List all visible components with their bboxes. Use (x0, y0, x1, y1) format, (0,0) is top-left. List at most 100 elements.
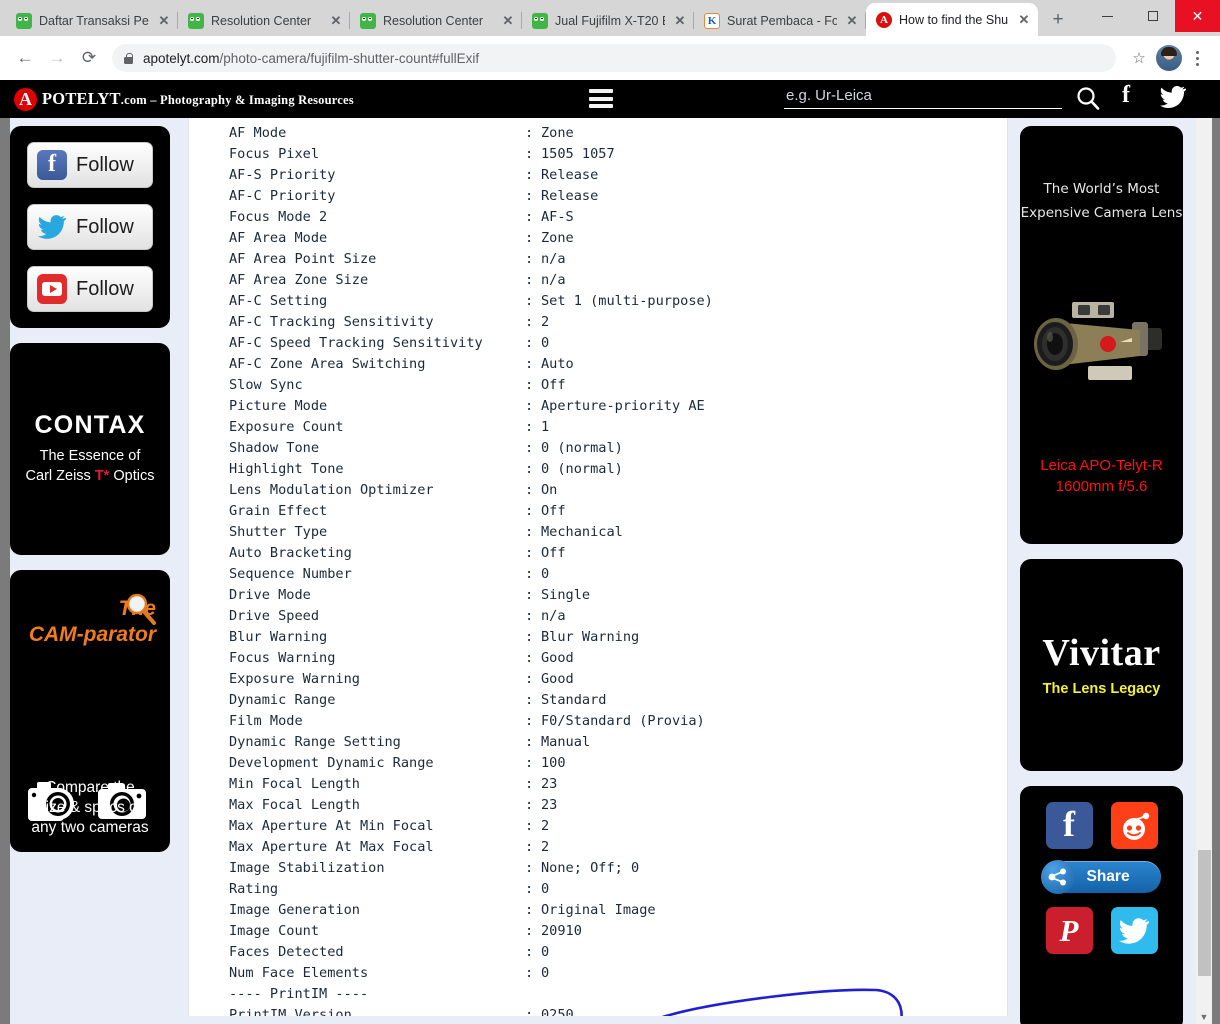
contax-ad[interactable]: CONTAX The Essence of Carl Zeiss T* Opti… (10, 343, 170, 555)
tab-close-icon[interactable]: ✕ (844, 13, 860, 29)
twitter-icon[interactable] (1160, 86, 1186, 108)
facebook-icon[interactable]: f (1122, 82, 1130, 109)
browser-tab[interactable]: K Surat Pembaca - Fo ✕ (694, 5, 866, 36)
browser-tab[interactable]: Resolution Center ✕ (350, 5, 522, 36)
reddit-share-icon[interactable] (1110, 802, 1158, 849)
tab-close-icon[interactable]: ✕ (672, 13, 688, 29)
twitter-follow-button[interactable]: Follow (27, 204, 153, 250)
tab-close-icon[interactable]: ✕ (500, 13, 516, 29)
tab-title: How to find the Shu (899, 12, 1009, 27)
exif-row: Image Stabilization: None; Off; 0 (229, 858, 1007, 879)
youtube-follow-button[interactable]: Follow (27, 266, 153, 312)
facebook-follow-button[interactable]: f Follow (27, 142, 153, 188)
exif-row: Min Focal Length:23 (229, 774, 1007, 795)
contax-brand: CONTAX (34, 411, 146, 440)
exif-key: Min Focal Length (229, 776, 360, 792)
exif-key: AF Area Mode (229, 230, 328, 246)
exif-row: Shadow Tone:0 (normal) (229, 438, 1007, 459)
exif-key: Image Stabilization (229, 860, 385, 876)
exif-row: Drive Mode: Single (229, 585, 1007, 606)
page-right-edge (1212, 118, 1220, 1024)
page-scrollbar[interactable]: ▼ (1196, 118, 1212, 1024)
tab-close-icon[interactable]: ✕ (156, 13, 172, 29)
leica-lens-image (1034, 302, 1162, 380)
browser-tab-active[interactable]: A How to find the Shu ✕ (866, 3, 1038, 36)
browser-tab[interactable]: Resolution Center ✕ (178, 5, 350, 36)
exif-value: 0 (541, 566, 550, 582)
camparator-ad[interactable]: The CAM-parator (10, 570, 170, 852)
exif-separator: : (525, 377, 534, 393)
facebook-share-icon[interactable]: f (1045, 802, 1093, 849)
exif-separator: : (525, 251, 534, 267)
vivitar-ad[interactable]: Vivitar The Lens Legacy (1020, 559, 1183, 771)
exif-separator: : (525, 587, 534, 603)
leica-ad-title-line2: Expensive Camera Lens (1020, 204, 1183, 221)
camparator-caption: Compare the size & specs of any two came… (10, 778, 170, 852)
exif-value: On (541, 482, 558, 498)
tokopedia-icon (16, 12, 32, 29)
share-network-icon (1040, 860, 1075, 894)
exif-value: 100 (541, 755, 566, 771)
reload-button[interactable]: ⟳ (74, 43, 104, 73)
exif-key: Blur Warning (229, 629, 328, 645)
maximize-button[interactable] (1130, 0, 1175, 32)
exif-row: Highlight Tone:0 (normal) (229, 459, 1007, 480)
exif-row: AF Area Point Size: n/a (229, 249, 1007, 270)
bookmark-star-icon[interactable]: ☆ (1124, 43, 1154, 73)
exif-key: Focus Pixel (229, 146, 320, 162)
browser-tab[interactable]: Daftar Transaksi Pe ✕ (6, 5, 178, 36)
exif-separator: : (525, 146, 534, 162)
new-tab-button[interactable]: + (1044, 6, 1072, 34)
search-icon[interactable] (1073, 84, 1103, 114)
facebook-icon: f (37, 150, 67, 180)
browser-tab[interactable]: Jual Fujifilm X-T20 E ✕ (522, 5, 694, 36)
profile-avatar[interactable] (1156, 45, 1182, 71)
address-bar[interactable]: apotelyt.com/photo-camera/fujifilm-shutt… (112, 44, 1116, 72)
exif-row: Focus Pixel:1505 1057 (229, 144, 1007, 165)
exif-row: Image Generation: Original Image (229, 900, 1007, 921)
exif-row: Dynamic Range: Standard (229, 690, 1007, 711)
hamburger-menu-icon[interactable] (589, 89, 613, 108)
forward-button[interactable]: → (42, 43, 72, 73)
exif-key: Image Generation (229, 902, 360, 918)
close-window-button[interactable]: ✕ (1175, 0, 1220, 32)
scrollbar-thumb[interactable] (1198, 850, 1211, 976)
exif-row: PrintIM Version:0250 (229, 1005, 1007, 1016)
exif-row: Grain Effect: Off (229, 501, 1007, 522)
exif-row: AF-C Zone Area Switching: Auto (229, 354, 1007, 375)
exif-value: Auto (541, 356, 574, 372)
tab-title: Jual Fujifilm X-T20 E (555, 13, 665, 28)
tab-close-icon[interactable]: ✕ (328, 13, 344, 29)
pinterest-share-icon[interactable]: P (1045, 907, 1093, 954)
twitter-share-icon[interactable] (1110, 907, 1158, 954)
exif-key: Faces Detected (229, 944, 344, 960)
exif-value: Off (541, 503, 566, 519)
exif-row: Focus Mode 2: AF-S (229, 207, 1007, 228)
exif-key: AF-S Priority (229, 167, 336, 183)
exif-value: n/a (541, 251, 566, 267)
leica-ad-caption-line2: 1600mm f/5.6 (1055, 478, 1148, 496)
exif-separator: : (525, 314, 534, 330)
exif-separator: : (525, 188, 534, 204)
exif-row: Drive Speed: n/a (229, 606, 1007, 627)
search-input[interactable] (784, 85, 1062, 109)
exif-row: AF-C Priority: Release (229, 186, 1007, 207)
url-text: apotelyt.com/photo-camera/fujifilm-shutt… (143, 51, 479, 66)
back-button[interactable]: ← (10, 43, 40, 73)
site-logo[interactable]: A POTELYT.com – Photography & Imaging Re… (0, 87, 354, 111)
exif-separator: : (525, 566, 534, 582)
minimize-button[interactable] (1085, 0, 1130, 32)
exif-value: n/a (541, 272, 566, 288)
browser-menu-icon[interactable] (1184, 50, 1210, 66)
exif-separator: : (525, 797, 534, 813)
exif-value: Release (541, 188, 599, 204)
share-button[interactable]: Share (1040, 860, 1161, 894)
exif-row: Num Face Elements:0 (229, 963, 1007, 984)
scroll-down-arrow-icon[interactable]: ▼ (1196, 1012, 1212, 1022)
leica-ad[interactable]: The World’s Most Expensive Camera Lens L… (1020, 126, 1183, 544)
tab-close-icon[interactable]: ✕ (1016, 12, 1032, 28)
exif-separator: : (525, 230, 534, 246)
exif-key: Development Dynamic Range (229, 755, 434, 771)
exif-separator: : (525, 860, 534, 876)
exif-separator: : (525, 440, 534, 456)
